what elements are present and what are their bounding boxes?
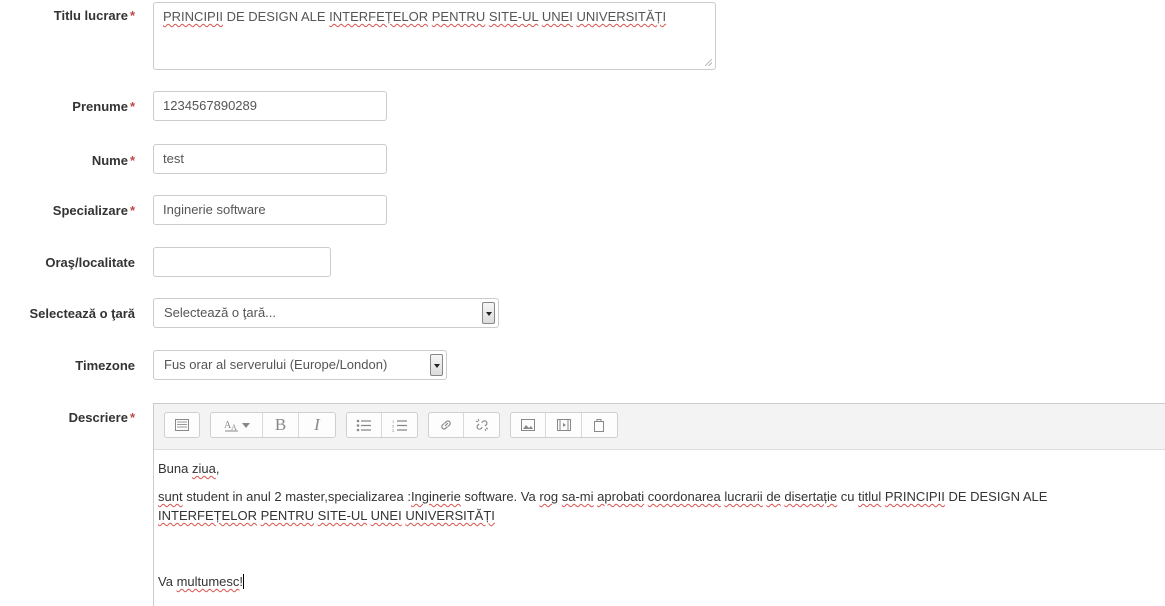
title-word: SITE-UL	[488, 9, 539, 24]
toolbar-group-toggle	[164, 412, 200, 438]
resize-grip-icon[interactable]	[705, 59, 712, 66]
media-icon[interactable]	[546, 413, 582, 437]
title-word: PRINCIPII	[163, 9, 223, 24]
manage-files-icon[interactable]	[582, 413, 617, 437]
bold-icon[interactable]: B	[263, 413, 299, 437]
title-label: Titlu lucrare *	[53, 8, 135, 23]
toolbar-toggle-icon[interactable]	[165, 413, 199, 437]
text-caret	[243, 574, 245, 589]
chevron-down-icon[interactable]	[482, 302, 495, 324]
editor-paragraph: sunt student in anul 2 master,specializa…	[158, 489, 1048, 523]
ordered-list-icon[interactable]: 123	[382, 413, 417, 437]
required-marker: *	[129, 99, 135, 114]
editor-toolbar: AA B I 123	[154, 404, 1165, 450]
timezone-select[interactable]: Fus orar al serverului (Europe/London)	[153, 350, 447, 380]
description-label: Descriere *	[68, 410, 135, 425]
title-word: INTERFEȚELOR	[329, 9, 429, 24]
title-word: UNIVERSITĂȚI	[576, 9, 667, 24]
required-marker: *	[129, 153, 135, 168]
title-word: DE DESIGN ALE	[222, 9, 330, 24]
unlink-icon[interactable]	[464, 413, 499, 437]
required-marker: *	[129, 203, 135, 218]
required-marker: *	[129, 8, 135, 23]
title-word: UNEI	[541, 9, 573, 24]
unordered-list-icon[interactable]	[347, 413, 383, 437]
svg-text:3: 3	[392, 428, 395, 432]
toolbar-group-links	[428, 412, 500, 438]
country-select[interactable]: Selectează o ţară...	[153, 298, 499, 328]
font-style-icon[interactable]: AA	[211, 413, 263, 437]
country-label: Selectează o ţară	[29, 306, 135, 321]
description-editor[interactable]: AA B I 123 Buna ziua, sunt student in an…	[153, 403, 1165, 606]
city-label: Oraş/localitate	[45, 255, 135, 270]
editor-paragraph: Buna ziua,	[158, 461, 220, 476]
timezone-label: Timezone	[75, 358, 135, 373]
title-textarea[interactable]: PRINCIPII DE DESIGN ALE INTERFEȚELOR PEN…	[153, 2, 716, 70]
toolbar-group-text: AA B I	[210, 412, 336, 438]
timezone-selected-value: Fus orar al serverului (Europe/London)	[164, 357, 388, 372]
chevron-down-icon[interactable]	[430, 354, 443, 376]
required-marker: *	[129, 410, 135, 425]
toolbar-group-lists: 123	[346, 412, 418, 438]
firstname-label: Prenume *	[72, 99, 135, 114]
title-word: PENTRU	[431, 9, 486, 24]
toolbar-group-media	[510, 412, 618, 438]
italic-icon[interactable]: I	[299, 413, 335, 437]
firstname-input[interactable]: 1234567890289	[153, 91, 387, 121]
country-selected-value: Selectează o ţară...	[164, 305, 277, 320]
editor-content[interactable]: Buna ziua, sunt student in anul 2 master…	[158, 459, 1157, 591]
lastname-input[interactable]: test	[153, 144, 387, 174]
specialization-input[interactable]: Inginerie software	[153, 195, 387, 225]
link-icon[interactable]	[429, 413, 465, 437]
image-icon[interactable]	[511, 413, 547, 437]
lastname-label: Nume *	[91, 153, 135, 168]
city-input[interactable]	[153, 247, 331, 277]
specialization-label: Specializare *	[52, 203, 135, 218]
editor-paragraph: Va multumesc!	[158, 574, 245, 589]
